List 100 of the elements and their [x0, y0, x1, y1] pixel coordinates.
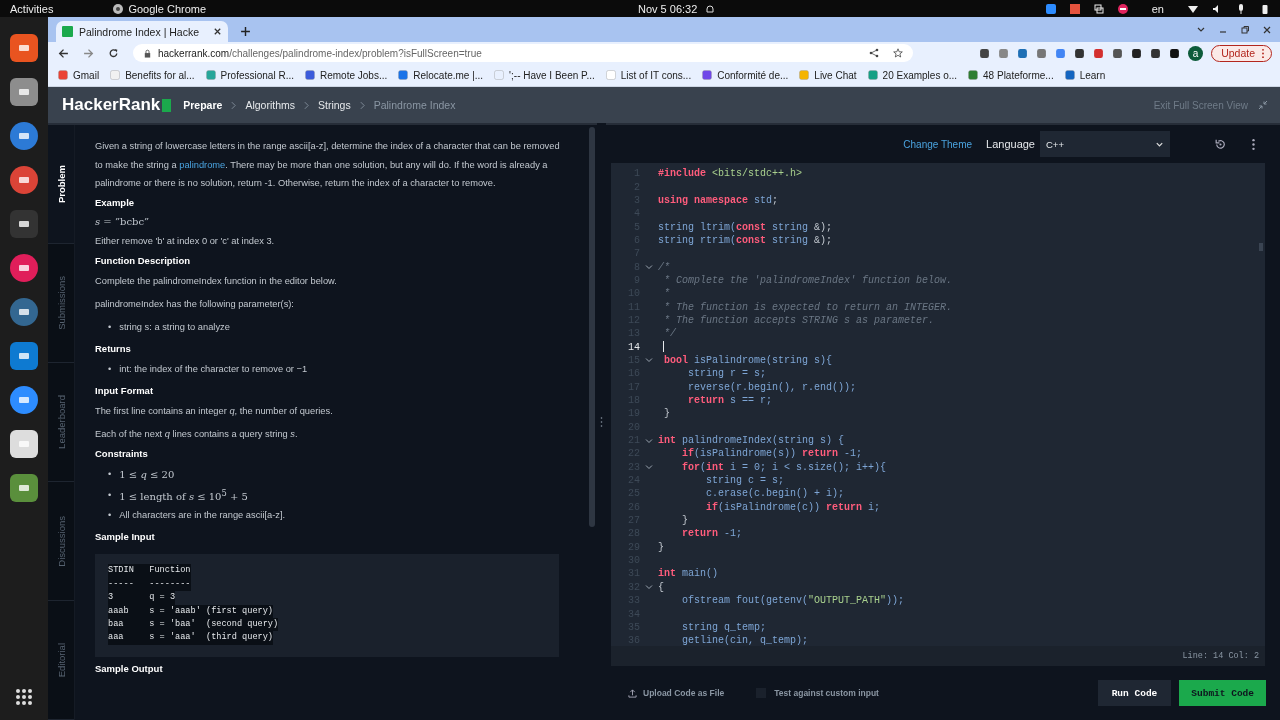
site-favicon-icon [62, 26, 73, 37]
extension-icon[interactable] [1131, 47, 1143, 59]
problem-statement: Given a string of lowercase letters in the range ascii[a-z], determine the index of a character that can be removed to make the string a palindrome. There may be more than one solution, but any will do. If the word is already a palindrome or there is no solution, return -1. Otherwise, return the index of a character to remove. [95, 140, 561, 191]
code-line: string c = s; [705, 475, 785, 487]
wifi-icon[interactable] [1188, 3, 1198, 14]
language-label: Language [986, 138, 1035, 150]
logo-block-icon [162, 98, 172, 112]
breadcrumb-link[interactable]: Strings [318, 99, 351, 111]
upload-file-button[interactable]: Upload Code as File [628, 688, 725, 698]
extension-icon[interactable] [1112, 47, 1124, 59]
profile-avatar[interactable]: a [1188, 45, 1204, 61]
breadcrumb-link[interactable]: Algorithms [245, 99, 295, 111]
battery-icon[interactable] [1260, 3, 1270, 14]
extension-icon[interactable] [1074, 47, 1086, 59]
bookmark-link[interactable]: ';-- Have I Been P... [494, 69, 595, 81]
extension-icon[interactable] [1169, 47, 1181, 59]
line-number: 14 [627, 341, 640, 353]
bookmark-link[interactable]: Relocate.me |... [398, 69, 484, 81]
scrollbar-thumb[interactable] [589, 127, 595, 527]
paragraph: Each of the next q lines contains a query string s. [95, 428, 299, 442]
bookmark-link[interactable]: Professional R... [205, 69, 294, 81]
bookmark-icon [110, 70, 121, 80]
more-icon [1261, 47, 1265, 59]
extension-icon[interactable] [1150, 47, 1162, 59]
activities-button[interactable]: Activities [10, 2, 54, 15]
microphone-icon[interactable] [1236, 3, 1246, 14]
reload-icon[interactable] [108, 47, 119, 59]
bookmark-icon [305, 70, 315, 80]
back-icon[interactable] [58, 47, 69, 59]
resize-handle[interactable] [600, 415, 603, 428]
code-line: */ [663, 328, 676, 340]
code-line: return s == r; [687, 395, 773, 406]
bullet: • [108, 488, 112, 502]
checkbox-label[interactable]: Test against custom input [774, 688, 879, 698]
code-line: /* [658, 261, 670, 273]
bookmark-link[interactable]: 20 Examples o... [867, 69, 958, 81]
code-line: bool isPalindrome(string s){ [663, 355, 833, 366]
section-heading: Input Format [95, 385, 155, 397]
bookmark-icon [1064, 70, 1075, 80]
bookmark-link[interactable]: Live Chat [799, 69, 857, 81]
stop-icon[interactable] [1117, 3, 1128, 14]
chevron-right-icon [231, 100, 237, 110]
star-icon[interactable] [893, 48, 903, 58]
app-icon[interactable] [9, 429, 39, 459]
app-menu[interactable]: Google Chrome [128, 2, 207, 15]
cursor-position: Line: 14 Col: 2 [1182, 651, 1259, 661]
address-bar[interactable]: hackerrank.com/challenges/palindrome-index/problem?isFullScreen=true [133, 44, 913, 62]
language-select[interactable]: C++ [1040, 131, 1170, 157]
app-grid-icon[interactable] [15, 688, 33, 706]
code-line: string r = s; [687, 368, 767, 380]
code-line: c.erase(c.begin() + i); [705, 488, 845, 500]
bullet: • [108, 468, 112, 482]
code-line: string rtrim(const string &); [658, 234, 833, 246]
bookmark-link[interactable]: Remote Jobs... [305, 69, 388, 81]
tray-icon[interactable] [1069, 3, 1080, 14]
app-icon[interactable] [9, 297, 39, 327]
bookmark-link[interactable]: 48 Plateforme... [968, 69, 1054, 81]
change-theme-link[interactable]: Change Theme [903, 138, 973, 150]
submit-code-button[interactable]: Submit Code [1179, 680, 1266, 706]
bookmark-link[interactable]: Conformité de... [702, 69, 789, 81]
screen-icon[interactable] [1093, 3, 1104, 14]
code-line: * [663, 288, 670, 300]
collapse-icon[interactable] [1258, 100, 1268, 110]
close-icon[interactable] [213, 27, 222, 36]
side-tab[interactable]: Problem [48, 125, 74, 244]
site-logo[interactable]: HackerRank [62, 95, 161, 115]
lock-icon[interactable] [143, 48, 152, 58]
history-icon[interactable] [1214, 137, 1227, 151]
chevron-right-icon [359, 100, 365, 110]
bookmark-link[interactable]: Gmail [58, 69, 100, 81]
bookmark-icon [968, 70, 979, 80]
share-icon[interactable] [869, 48, 879, 58]
section-heading: Constraints [95, 448, 149, 460]
update-button[interactable]: Update [1211, 44, 1272, 62]
run-code-button[interactable]: Run Code [1097, 680, 1172, 706]
bookmark-icon [494, 70, 505, 80]
restore-icon[interactable] [1240, 25, 1250, 35]
new-tab-icon[interactable] [240, 26, 251, 37]
language-indicator[interactable]: en [1151, 2, 1164, 15]
section-heading: Function Description [95, 255, 191, 267]
close-icon[interactable] [1262, 25, 1272, 35]
code-line: using namespace std; [658, 194, 779, 206]
breadcrumb-link[interactable]: Prepare [183, 99, 223, 111]
alarm-icon [705, 3, 716, 14]
bookmark-link[interactable]: Learn [1064, 69, 1106, 81]
code-line: * The function accepts STRING s as parameter. [663, 314, 935, 326]
math-expression: s = ”bcbc” [95, 215, 151, 230]
app-icon[interactable] [9, 341, 39, 371]
bookmark-link[interactable]: Benefits for al... [110, 69, 195, 81]
list-item: 1 ≤ length of s ≤ 10$^{5}$ + 5 [119, 487, 248, 505]
list-item: int: the index of the character to remove or −1 [119, 363, 308, 377]
code-line: { [658, 581, 664, 593]
bookmark-link[interactable]: List of IT cons... [605, 69, 692, 81]
code-line: int palindromeIndex(string s) { [658, 435, 845, 447]
code-line: ofstream fout(getenv("OUTPUT_PATH")); [681, 595, 905, 607]
extension-icon[interactable] [979, 47, 991, 59]
clock[interactable]: Nov 5 06:32 [638, 2, 698, 15]
app-icon[interactable] [9, 253, 39, 283]
browser-tab[interactable]: Palindrome Index | Hacke [56, 21, 228, 42]
forward-icon[interactable] [83, 47, 94, 59]
